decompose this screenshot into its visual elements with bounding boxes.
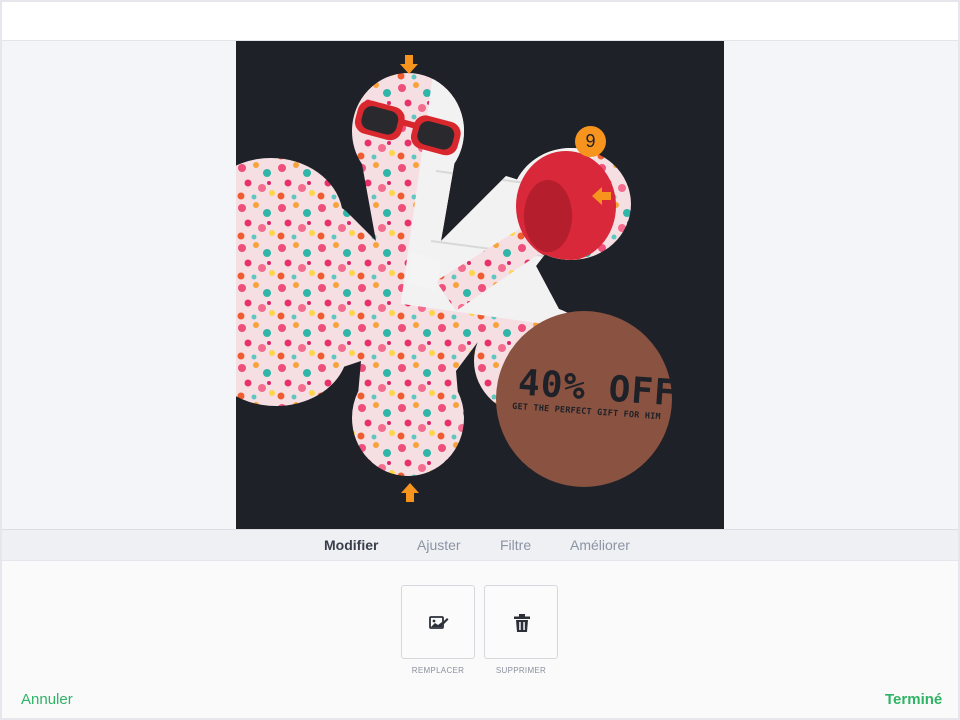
image-edit-icon [429, 616, 449, 629]
arrow-down-icon [400, 55, 418, 74]
edit-tabs-bar [2, 529, 958, 561]
trash-icon [514, 614, 530, 632]
design-canvas[interactable]: 40% OFF GET THE PERFECT GIFT FOR HIM [236, 41, 724, 529]
cancel-button[interactable]: Annuler [21, 691, 73, 708]
arrow-left-icon [592, 187, 611, 205]
tools-panel [2, 561, 958, 718]
tab-modifier[interactable]: Modifier [324, 537, 378, 553]
replace-button[interactable] [401, 585, 475, 659]
done-button[interactable]: Terminé [885, 691, 942, 708]
delete-label: SUPPRIMER [495, 666, 547, 675]
top-bar [2, 2, 958, 41]
flower-photo-frame[interactable] [236, 41, 724, 529]
tab-ajuster[interactable]: Ajuster [417, 537, 461, 553]
arrow-up-icon [401, 483, 419, 502]
step-number-badge: 9 [575, 126, 606, 157]
tab-filtre[interactable]: Filtre [500, 537, 531, 553]
tab-ameliorer[interactable]: Améliorer [570, 537, 630, 553]
replace-label: REMPLACER [411, 666, 465, 675]
delete-button[interactable] [484, 585, 558, 659]
